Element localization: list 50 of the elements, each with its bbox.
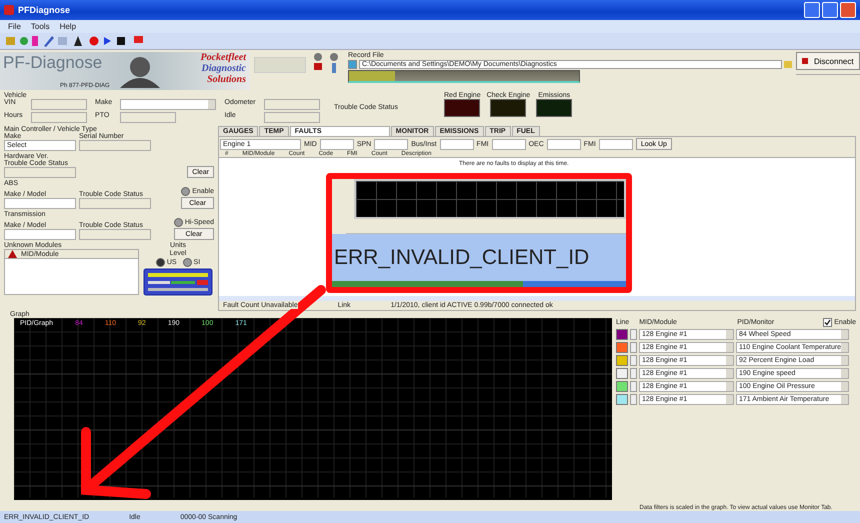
scroll-bar[interactable] [219, 296, 855, 301]
color-picker-button[interactable] [630, 381, 637, 392]
color-picker-button[interactable] [630, 355, 637, 366]
minimize-button[interactable] [804, 2, 820, 18]
text-field[interactable] [264, 99, 320, 110]
text-field[interactable] [374, 138, 408, 150]
color-picker-button[interactable] [630, 394, 637, 405]
menu-item[interactable]: Tools [30, 22, 50, 31]
text-field[interactable] [79, 229, 151, 240]
window-title: PFDiagnose [18, 5, 70, 15]
disconnect-button[interactable]: Disconnect [796, 52, 860, 70]
checkbox[interactable] [348, 60, 357, 69]
logo-title: PF-Diagnose [2, 52, 104, 74]
checkmark-icon [824, 319, 832, 326]
error-text: ERR_INVALID_CLIENT_ID [333, 246, 590, 270]
text-field[interactable] [598, 138, 633, 150]
text-field[interactable] [4, 198, 76, 209]
text-field[interactable] [440, 138, 474, 150]
text-field[interactable] [264, 112, 320, 123]
logo-badge-drawing [143, 268, 213, 296]
line-color-swatch[interactable] [616, 342, 628, 353]
color-picker-button[interactable] [630, 368, 637, 379]
brand-text: Diagnostic [202, 63, 246, 74]
close-button[interactable] [840, 2, 856, 18]
color-picker-button[interactable] [630, 329, 637, 340]
app-icon [4, 5, 14, 15]
text-field[interactable] [546, 138, 581, 150]
warning-icon [8, 250, 17, 258]
brand-text: Solutions [207, 74, 246, 85]
line-color-swatch[interactable] [616, 368, 628, 379]
brand-text: Pocketfleet [200, 52, 246, 63]
line-color-swatch[interactable] [616, 394, 628, 405]
color-picker-button[interactable] [630, 342, 637, 353]
text-field[interactable] [30, 112, 87, 123]
text-field[interactable] [79, 140, 151, 151]
text-field[interactable] [30, 99, 87, 110]
text-field[interactable] [492, 138, 526, 150]
text-field[interactable] [79, 198, 151, 209]
line-color-swatch[interactable] [616, 355, 628, 366]
line-color-swatch[interactable] [616, 381, 628, 392]
line-color-swatch[interactable] [616, 329, 628, 340]
text-field[interactable] [4, 167, 76, 178]
text-field[interactable] [120, 112, 176, 123]
text-field[interactable] [320, 138, 354, 150]
maximize-button[interactable] [822, 2, 838, 18]
menu-item[interactable]: Help [60, 22, 76, 31]
text-field[interactable] [4, 229, 76, 240]
menu-item[interactable]: File [8, 22, 21, 31]
progress-field [254, 57, 306, 73]
make-dropdown[interactable] [120, 99, 216, 110]
